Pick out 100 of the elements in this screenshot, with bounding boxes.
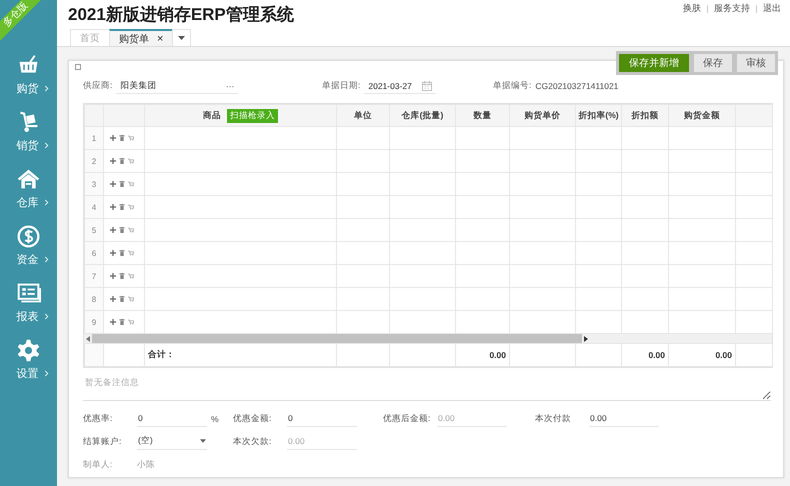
row-number: 1 (84, 126, 104, 150)
close-button[interactable]: × (157, 32, 164, 44)
field-label: 本次付款 (535, 412, 572, 424)
row-number: 5 (84, 218, 104, 242)
column-header: 购货金额 (684, 110, 720, 120)
sidebar-item[interactable]: 购货 (8, 53, 48, 99)
field-label: 本次欠款: (233, 436, 272, 448)
input-field[interactable]: 0.00 (589, 410, 659, 426)
input-field: 0.00 (287, 434, 357, 450)
row-number: 9 (84, 310, 104, 334)
row-number: 2 (84, 150, 104, 172)
column-header: 单位 (354, 110, 372, 120)
ribbon-label: 多仓版 (1, 0, 31, 30)
add-row-icon[interactable] (110, 273, 116, 279)
add-row-icon[interactable] (110, 227, 116, 233)
header-link[interactable]: 服务支持 (708, 2, 756, 15)
delete-row-icon[interactable] (119, 273, 125, 279)
input-field[interactable]: 0 (137, 410, 207, 426)
chevron-icon (44, 256, 48, 263)
column-header: 数量 (474, 110, 492, 120)
chevron-icon (44, 370, 48, 377)
header-link[interactable]: 退出 (757, 2, 787, 15)
horizontal-scrollbar[interactable] (84, 334, 772, 343)
column-header: 购货单价 (524, 110, 560, 120)
delete-row-icon[interactable] (119, 227, 125, 233)
settings-icon (16, 338, 41, 363)
row-number: 8 (84, 288, 104, 310)
action-button[interactable]: 保存 (694, 54, 732, 72)
column-header: 商品 (203, 110, 221, 120)
scroll-right-icon[interactable] (584, 336, 588, 342)
chevron-icon (44, 313, 48, 320)
tab[interactable]: 购货单 × (109, 29, 174, 46)
app-title: 2021新版进销存ERP管理系统 (68, 4, 294, 26)
more-button[interactable]: ··· (226, 80, 234, 90)
sidebar-item[interactable]: 销货 (8, 110, 48, 156)
total-label: 合计： (148, 349, 175, 359)
sidebar-item[interactable]: 设置 (8, 338, 48, 384)
column-header: 折扣额 (632, 110, 658, 120)
delete-row-icon[interactable] (119, 296, 125, 302)
field-label: 单据编号: (493, 80, 532, 92)
date-field[interactable]: 2021-03-27 (364, 78, 436, 94)
tab-menu-button[interactable] (172, 29, 192, 46)
add-row-icon[interactable] (110, 296, 116, 302)
delete-row-icon[interactable] (119, 319, 125, 325)
delete-row-icon[interactable] (119, 204, 125, 210)
cart-icon[interactable] (128, 273, 134, 279)
field-label: 优惠率: (83, 412, 114, 424)
field-label: 供应商: (83, 80, 112, 92)
row-number: 6 (84, 242, 104, 264)
delete-row-icon[interactable] (119, 181, 125, 187)
cart-icon[interactable] (128, 158, 134, 164)
cart-icon[interactable] (128, 250, 134, 256)
cart-icon[interactable] (128, 319, 134, 325)
sidebar-item[interactable]: 仓库 (8, 167, 48, 213)
total-value: 0.00 (489, 350, 506, 360)
cart-icon[interactable] (128, 181, 134, 187)
field-label: 制单人: (83, 458, 114, 470)
sidebar-item[interactable]: 报表 (8, 281, 48, 327)
cart-icon[interactable] (128, 296, 134, 302)
cart-icon[interactable] (128, 135, 134, 141)
total-value: 0.00 (648, 350, 665, 360)
caret-icon (200, 439, 206, 443)
collapse-icon[interactable] (75, 64, 81, 70)
add-row-icon[interactable] (110, 181, 116, 187)
field-label: 结算账户: (83, 436, 122, 448)
row-number: 4 (84, 196, 104, 218)
dollar-icon (16, 224, 41, 249)
row-number: 7 (84, 264, 104, 288)
column-header: 仓库(批量) (402, 110, 444, 120)
cart-icon[interactable] (128, 227, 134, 233)
column-header: 折扣率(%) (578, 110, 619, 120)
add-row-icon[interactable] (110, 204, 116, 210)
cart-icon[interactable] (128, 204, 134, 210)
add-row-icon[interactable] (110, 319, 116, 325)
field-label: 优惠金额: (233, 412, 272, 424)
account-dropdown[interactable]: (空) (137, 434, 207, 450)
save-and-new-button[interactable]: 保存并新增 (619, 54, 689, 72)
scroll-left-icon[interactable] (86, 336, 90, 342)
input-field: 0.00 (437, 410, 507, 426)
caret-icon (178, 36, 186, 40)
delete-row-icon[interactable] (119, 158, 125, 164)
chevron-icon (44, 142, 48, 149)
add-row-icon[interactable] (110, 135, 116, 141)
action-button[interactable]: 审核 (737, 54, 775, 72)
field-label: 单据日期: (322, 80, 360, 92)
input-field[interactable]: 0 (287, 410, 357, 426)
creator-name: 小陈 (137, 458, 155, 470)
unit-label: % (211, 414, 219, 424)
document-number: CG202103271411021 (535, 81, 618, 91)
total-value: 0.00 (715, 350, 732, 360)
chevron-icon (44, 199, 48, 206)
delete-row-icon[interactable] (119, 250, 125, 256)
add-row-icon[interactable] (110, 250, 116, 256)
field-label: 优惠后金额: (383, 412, 432, 424)
sidebar-item[interactable]: 资金 (8, 224, 48, 270)
header-link[interactable]: 换肤 (677, 2, 707, 15)
delete-row-icon[interactable] (119, 135, 125, 141)
row-number: 3 (84, 172, 104, 196)
supplier-field[interactable]: 阳美集团 ··· (116, 78, 238, 94)
add-row-icon[interactable] (110, 158, 116, 164)
